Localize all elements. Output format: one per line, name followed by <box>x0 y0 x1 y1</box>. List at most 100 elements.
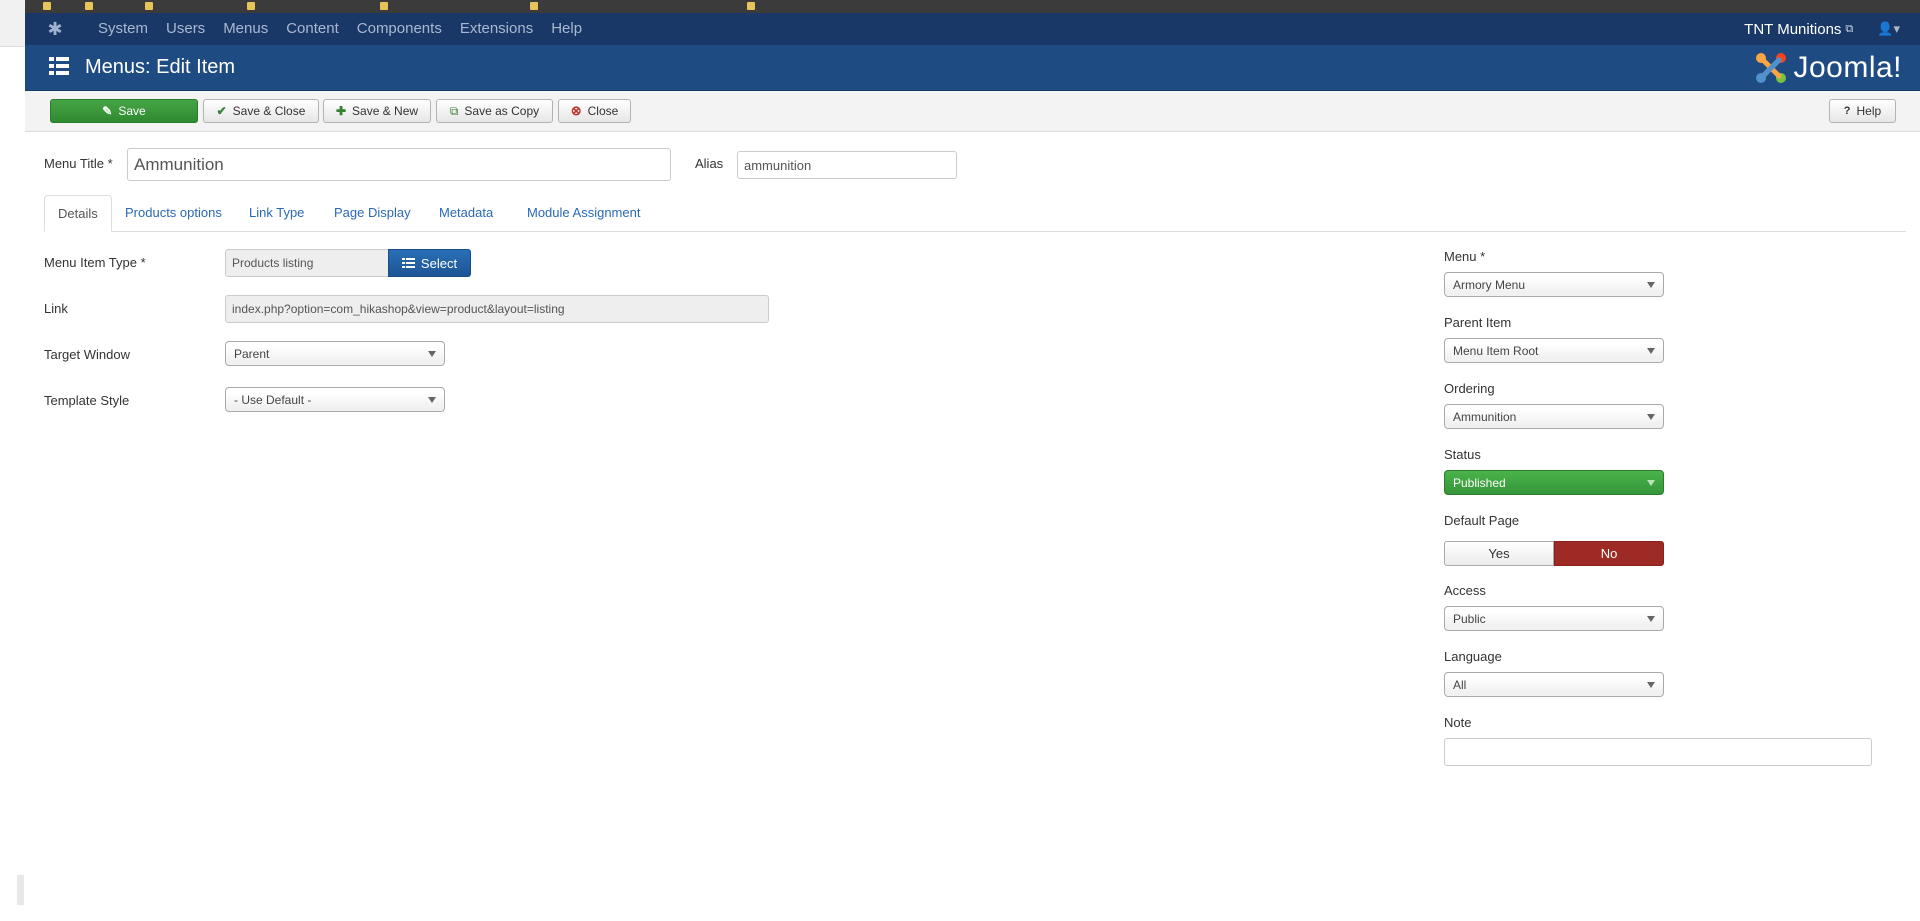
nav-right: TNT Munitions ⧉ 👤▾ <box>1744 13 1900 45</box>
bookmark-icon <box>85 2 93 10</box>
browser-bookmark-strip <box>25 0 1920 13</box>
parent-item-label: Parent Item <box>1444 315 1512 330</box>
tab-products-options[interactable]: Products options <box>112 195 235 231</box>
status-select[interactable]: Published <box>1444 470 1664 495</box>
menu-select[interactable]: Armory Menu <box>1444 272 1664 297</box>
nav-item-extensions[interactable]: Extensions <box>451 13 542 45</box>
ordering-value: Ammunition <box>1453 409 1517 424</box>
tab-page-display[interactable]: Page Display <box>321 195 424 231</box>
bookmark-icon <box>145 2 153 10</box>
joomla-icon[interactable]: ✱ <box>45 19 65 39</box>
edit-icon: ✎ <box>102 104 113 118</box>
joomla-logo-icon <box>1756 53 1787 83</box>
copy-icon: ⧉ <box>449 104 459 118</box>
site-name-link[interactable]: TNT Munitions <box>1744 21 1841 38</box>
access-select[interactable]: Public <box>1444 606 1664 631</box>
joomla-logo-text: Joomla! <box>1793 51 1902 84</box>
save-close-button[interactable]: ✔ Save & Close <box>203 99 319 123</box>
language-select[interactable]: All <box>1444 672 1664 697</box>
menu-list-icon <box>49 57 69 75</box>
alias-label: Alias <box>695 156 724 171</box>
dropdown-arrow-icon <box>1647 347 1655 354</box>
default-page-label: Default Page <box>1444 513 1520 528</box>
menu-title-input[interactable]: Ammunition <box>127 148 671 181</box>
left-gutter <box>0 0 24 921</box>
menu-label: Menu * <box>1444 249 1486 264</box>
nav-item-help[interactable]: Help <box>542 13 591 45</box>
access-label: Access <box>1444 583 1486 598</box>
save-copy-button[interactable]: ⧉ Save as Copy <box>436 99 553 123</box>
menu-item-type-field: Products listing <box>225 249 390 277</box>
save-new-button[interactable]: ✚ Save & New <box>323 99 431 123</box>
status-label: Status <box>1444 447 1481 462</box>
alias-input[interactable]: ammunition <box>737 151 957 179</box>
select-label: Select <box>420 255 458 271</box>
default-page-no[interactable]: No <box>1554 541 1664 566</box>
page-header: Menus: Edit Item Joomla! <box>25 45 1920 91</box>
help-button[interactable]: ? Help <box>1829 99 1896 123</box>
parent-item-value: Menu Item Root <box>1453 343 1539 358</box>
toolbar: ✎ Save ✔ Save & Close ✚ Save & New ⧉ Sav… <box>25 91 1920 132</box>
dropdown-arrow-icon <box>428 396 436 403</box>
nav-item-content[interactable]: Content <box>277 13 348 45</box>
bookmark-icon <box>530 2 538 10</box>
status-value: Published <box>1453 475 1506 490</box>
tab-metadata[interactable]: Metadata <box>426 195 506 231</box>
edit-tabs: Details Products options Link Type Page … <box>44 195 1906 232</box>
nav-item-components[interactable]: Components <box>348 13 451 45</box>
plus-icon: ✚ <box>335 104 347 118</box>
select-type-button[interactable]: Select <box>388 249 471 277</box>
dropdown-arrow-icon <box>1647 615 1655 622</box>
note-label: Note <box>1444 715 1472 730</box>
language-value: All <box>1453 677 1467 692</box>
default-page-toggle: Yes No <box>1444 541 1664 566</box>
tab-module-assignment[interactable]: Module Assignment <box>514 195 653 231</box>
nav-item-users[interactable]: Users <box>157 13 214 45</box>
link-label: Link <box>44 301 68 316</box>
link-field: index.php?option=com_hikashop&view=produ… <box>225 295 769 323</box>
dropdown-arrow-icon <box>1647 479 1655 486</box>
save-close-label: Save & Close <box>232 104 306 118</box>
bookmark-icon <box>43 2 51 10</box>
template-style-select[interactable]: - Use Default - <box>225 387 445 412</box>
admin-navbar: ✱ System Users Menus Content Components … <box>25 13 1920 45</box>
left-gutter-top <box>0 0 25 47</box>
target-window-select[interactable]: Parent <box>225 341 445 366</box>
template-style-label: Template Style <box>44 393 130 408</box>
close-button[interactable]: ⊗ Close <box>558 99 631 123</box>
language-label: Language <box>1444 649 1502 664</box>
joomla-logo: Joomla! <box>1753 49 1902 87</box>
save-new-label: Save & New <box>352 104 419 118</box>
question-icon: ? <box>1843 105 1851 117</box>
nav-menu: System Users Menus Content Components Ex… <box>89 13 591 45</box>
bookmark-icon <box>380 2 388 10</box>
menu-value: Armory Menu <box>1453 277 1526 292</box>
target-window-label: Target Window <box>44 347 130 362</box>
tab-details[interactable]: Details <box>44 195 112 232</box>
help-label: Help <box>1856 104 1882 118</box>
dropdown-arrow-icon <box>428 350 436 357</box>
check-icon: ✔ <box>216 104 227 118</box>
ordering-label: Ordering <box>1444 381 1495 396</box>
external-link-icon: ⧉ <box>1845 22 1854 35</box>
parent-item-select[interactable]: Menu Item Root <box>1444 338 1664 363</box>
page-title: Menus: Edit Item <box>85 56 236 78</box>
dropdown-arrow-icon <box>1647 281 1655 288</box>
save-button[interactable]: ✎ Save <box>50 99 198 123</box>
note-input[interactable] <box>1444 738 1872 766</box>
template-style-value: - Use Default - <box>234 392 312 407</box>
save-copy-label: Save as Copy <box>464 104 540 118</box>
bookmark-icon <box>747 2 755 10</box>
ordering-select[interactable]: Ammunition <box>1444 404 1664 429</box>
default-page-yes[interactable]: Yes <box>1444 541 1554 566</box>
menu-item-type-label: Menu Item Type * <box>44 255 146 270</box>
close-label: Close <box>587 104 619 118</box>
nav-item-system[interactable]: System <box>89 13 157 45</box>
target-window-value: Parent <box>234 346 270 361</box>
nav-item-menus[interactable]: Menus <box>214 13 277 45</box>
user-menu-icon[interactable]: 👤▾ <box>1877 21 1900 37</box>
save-label: Save <box>118 104 146 118</box>
list-icon <box>401 257 415 269</box>
tab-link-type[interactable]: Link Type <box>236 195 317 231</box>
bookmark-icon <box>247 2 255 10</box>
